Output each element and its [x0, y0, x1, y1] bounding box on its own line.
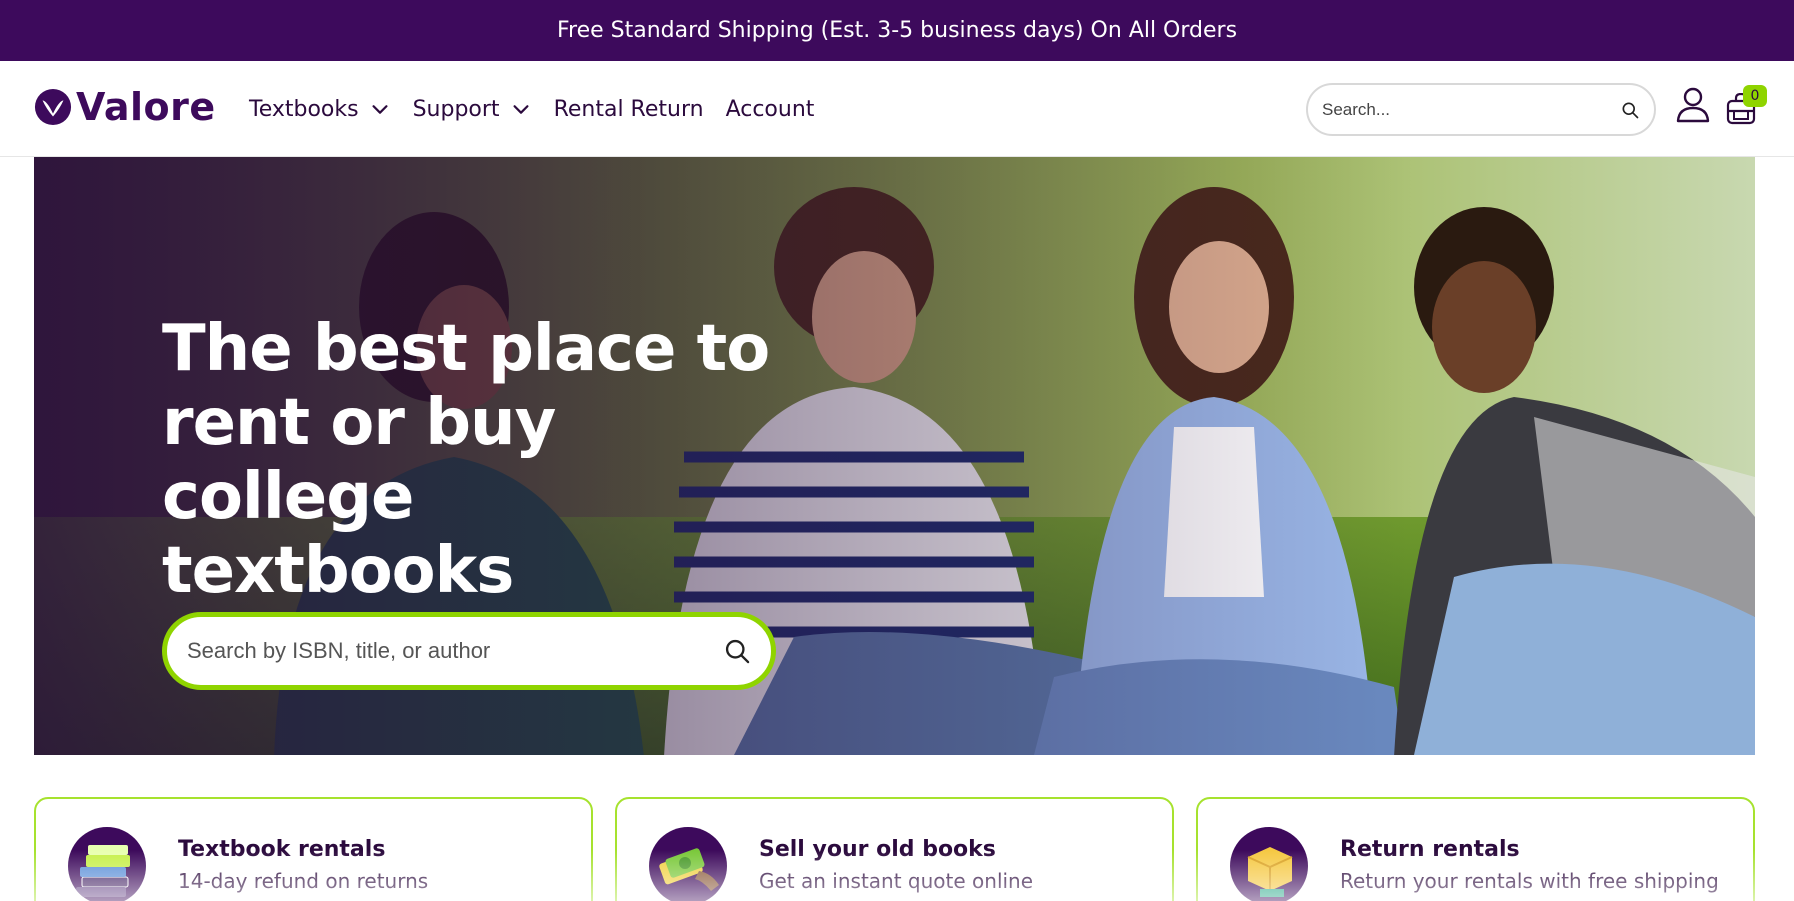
cart-button[interactable]: 0: [1726, 85, 1767, 127]
card-subtitle: 14-day refund on returns: [178, 869, 429, 893]
box-icon: [1230, 827, 1308, 901]
nav-label: Account: [725, 96, 815, 122]
logo-text: Valore: [76, 85, 216, 129]
header-search-input[interactable]: [1322, 99, 1620, 120]
promo-bar: Free Standard Shipping (Est. 3-5 busines…: [0, 0, 1794, 61]
site-header: Valore Textbooks Support Rental Return A…: [0, 61, 1794, 157]
hero-search-box: [162, 612, 776, 690]
card-title: Sell your old books: [759, 837, 996, 862]
search-icon[interactable]: [1620, 100, 1640, 120]
nav-textbooks[interactable]: Textbooks: [249, 97, 391, 122]
nav-label: Support: [412, 96, 500, 122]
books-icon: [68, 827, 146, 901]
chevron-down-icon: [372, 105, 388, 114]
hero-search-input[interactable]: [187, 638, 723, 664]
nav-support[interactable]: Support: [413, 97, 532, 122]
nav-label: Rental Return: [553, 96, 704, 122]
nav-account[interactable]: Account: [726, 97, 815, 122]
hero-title: The best place to rent or buy college te…: [162, 312, 770, 608]
card-textbook-rentals[interactable]: Textbook rentals 14-day refund on return…: [34, 797, 593, 901]
card-sell-books[interactable]: Sell your old books Get an instant quote…: [615, 797, 1174, 901]
cash-icon: [649, 827, 727, 901]
search-icon[interactable]: [723, 637, 751, 665]
chevron-down-icon: [513, 105, 529, 114]
card-return-rentals[interactable]: Return rentals Return your rentals with …: [1196, 797, 1755, 901]
card-title: Return rentals: [1340, 837, 1520, 862]
logo[interactable]: Valore: [34, 85, 216, 129]
card-title: Textbook rentals: [178, 837, 386, 862]
hero-banner: The best place to rent or buy college te…: [34, 157, 1755, 755]
logo-mark-icon: [34, 88, 72, 126]
main-nav: Textbooks Support Rental Return Account: [249, 61, 814, 157]
promo-text: Free Standard Shipping (Est. 3-5 busines…: [556, 18, 1238, 43]
cart-count-badge: 0: [1743, 85, 1767, 107]
card-subtitle: Return your rentals with free shipping: [1340, 869, 1719, 893]
header-search-box: [1306, 83, 1656, 136]
nav-label: Textbooks: [249, 96, 359, 122]
card-subtitle: Get an instant quote online: [759, 869, 1034, 893]
nav-rental-return[interactable]: Rental Return: [554, 97, 704, 122]
user-icon[interactable]: [1676, 87, 1710, 123]
